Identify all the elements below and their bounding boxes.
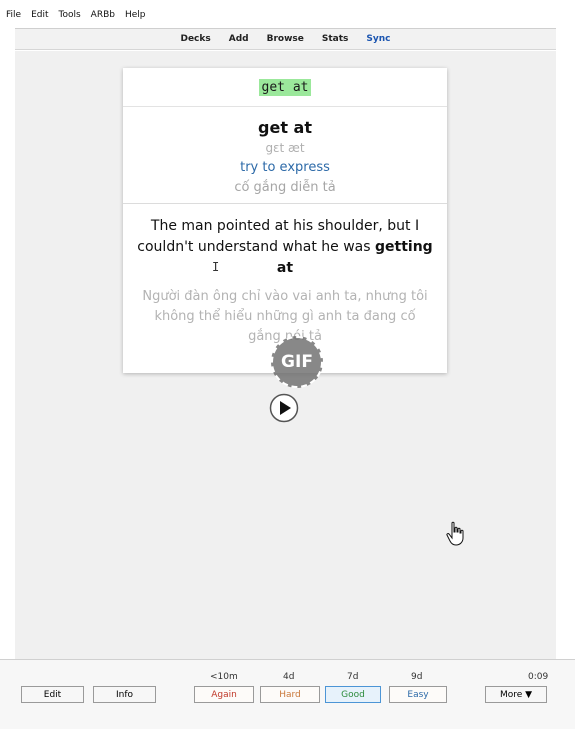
- sync-link[interactable]: Sync: [366, 34, 390, 44]
- decks-link[interactable]: Decks: [180, 34, 210, 44]
- gif-icon[interactable]: GIF: [271, 336, 323, 388]
- review-area: get at get at gɛt æt try to express cố g…: [15, 51, 556, 659]
- browse-link[interactable]: Browse: [267, 34, 304, 44]
- menu-edit[interactable]: Edit: [31, 10, 48, 22]
- review-timer: 0:09: [528, 672, 549, 682]
- menu-arbb[interactable]: ARBb: [91, 10, 115, 22]
- card-meaning-vi: cố gắng diễn tả: [234, 180, 336, 195]
- more-button[interactable]: More ▼: [485, 686, 547, 703]
- good-interval: 7d: [347, 672, 359, 682]
- flashcard: get at get at gɛt æt try to express cố g…: [123, 68, 447, 388]
- easy-button[interactable]: Easy: [389, 686, 447, 703]
- card-front: get at: [123, 68, 447, 107]
- again-interval: <10m: [210, 672, 238, 682]
- info-button[interactable]: Info: [93, 686, 156, 703]
- good-button[interactable]: Good: [325, 686, 381, 703]
- hard-interval: 4d: [283, 672, 295, 682]
- add-link[interactable]: Add: [229, 34, 249, 44]
- hand-cursor-icon: [446, 521, 464, 546]
- word-section: get at gɛt æt try to express cố gắng diễ…: [123, 107, 447, 204]
- example-sentence: The man pointed at his shoulder, but I c…: [123, 204, 447, 279]
- play-icon[interactable]: [269, 393, 299, 423]
- top-toolbar: Decks Add Browse Stats Sync: [15, 28, 556, 50]
- menu-bar: File Edit Tools ARBb Help: [0, 0, 575, 22]
- hard-button[interactable]: Hard: [260, 686, 320, 703]
- front-term: get at: [258, 78, 312, 96]
- answer-bar: <10m 4d 7d 9d 0:09 Edit Info Again Hard …: [0, 659, 575, 729]
- edit-button[interactable]: Edit: [21, 686, 84, 703]
- again-button[interactable]: Again: [194, 686, 254, 703]
- menu-file[interactable]: File: [6, 10, 21, 22]
- menu-help[interactable]: Help: [125, 10, 146, 22]
- example-translation: Người đàn ông chỉ vào vai anh ta, nhưng …: [142, 289, 428, 344]
- card-meaning: try to express: [240, 160, 330, 175]
- stats-link[interactable]: Stats: [322, 34, 349, 44]
- card-word: get at: [258, 118, 312, 137]
- easy-interval: 9d: [411, 672, 423, 682]
- card-ipa: gɛt æt: [265, 141, 305, 155]
- text-cursor-icon: I: [212, 260, 220, 274]
- menu-tools[interactable]: Tools: [59, 10, 81, 22]
